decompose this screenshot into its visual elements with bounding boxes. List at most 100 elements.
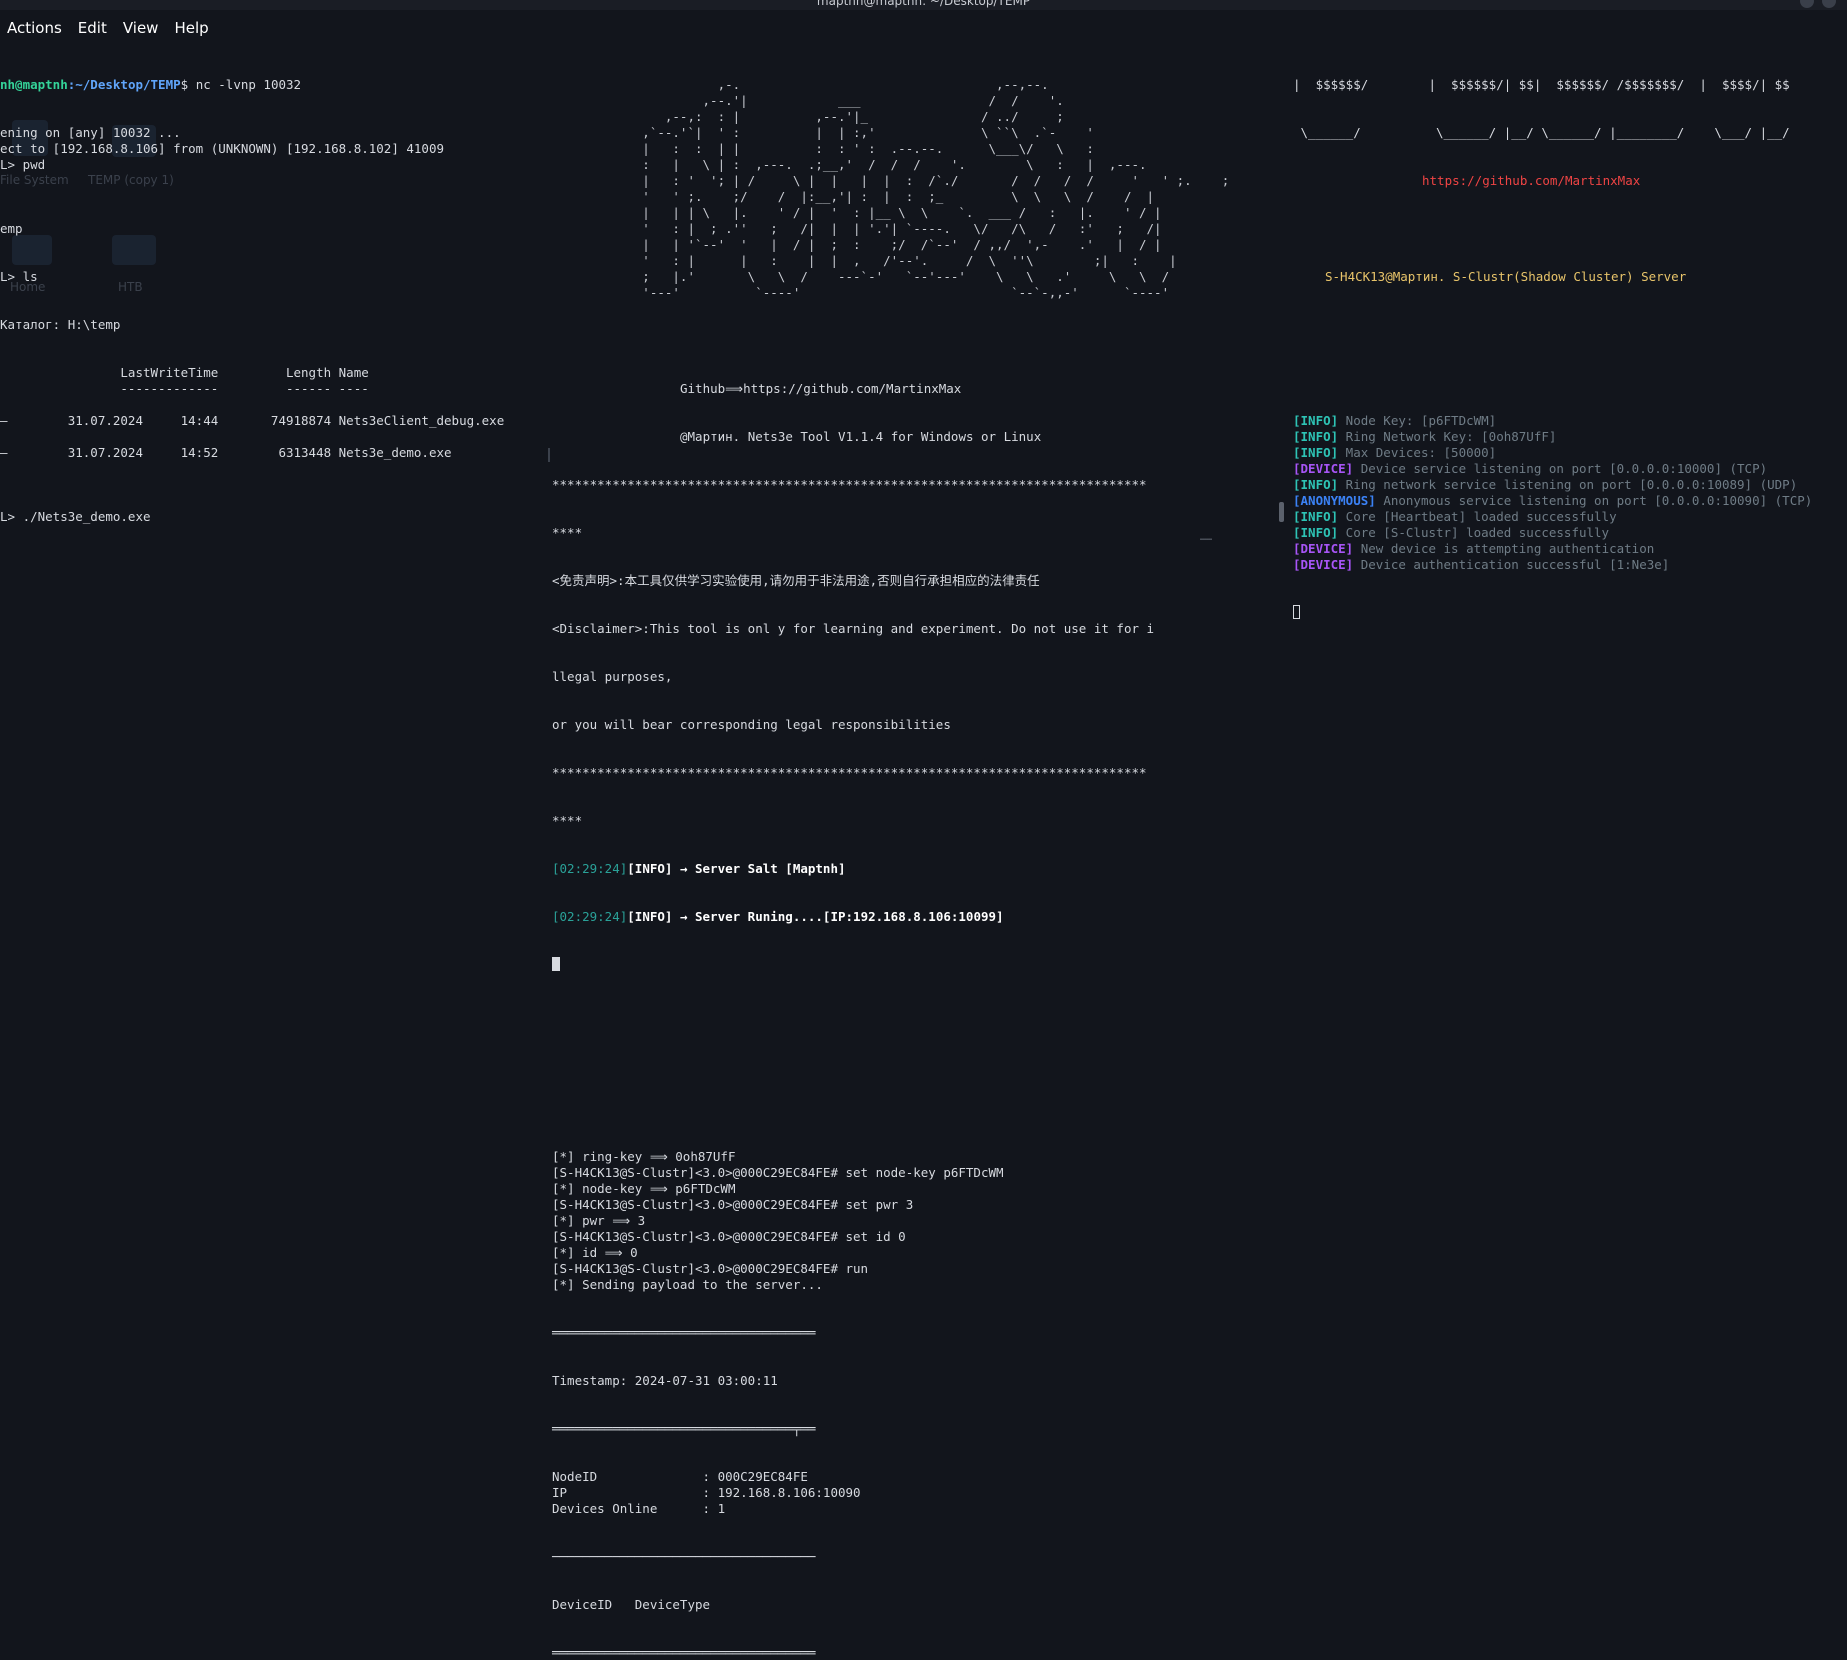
log-line-running: [02:29:24][INFO] → Server Runing....[IP:…	[552, 909, 1192, 925]
log-message: → Server Salt [Maptnh]	[672, 861, 846, 876]
single-rule: ───────────────────────────────────	[552, 1549, 816, 1564]
client-line: [S-H4CK13@S-Clustr]<3.0>@000C29EC84FE# r…	[552, 1261, 869, 1276]
ascii-art-line: ,--,: : | ,--.'|_ / ../ ;	[552, 109, 1064, 124]
log-entry: [INFO] Ring network service listening on…	[1293, 477, 1847, 493]
disclaimer-cn: <免责声明>:本工具仅供学习实验使用,请勿用于非法用途,否则自行承担相应的法律责…	[552, 573, 1040, 588]
ascii-art-line: ,--.'| ___ / / '.	[552, 93, 1064, 108]
pane-resize-handle[interactable]: ……	[1200, 532, 1212, 543]
client-line: [*] node-key ⟹ p6FTDcWM	[552, 1181, 736, 1196]
left-output: ening on [any] 10032 ... ect to [192.168.…	[0, 125, 548, 525]
client-line: [*] pwr ⟹ 3	[552, 1213, 646, 1228]
middle-terminal-pane[interactable]: ,-. ,--,--. ,--.'| ___ / / '. ,--,: : | …	[552, 45, 1230, 1660]
log-entry: [DEVICE] Device service listening on por…	[1293, 461, 1847, 477]
nets3e-ascii-logo: ,-. ,--,--. ,--.'| ___ / / '. ,--,: : | …	[552, 77, 1230, 301]
table-row: NodeID : 000C29EC84FE	[552, 1469, 808, 1484]
ascii-bottom: \______/ \______/ |__/ \______/ |_______…	[1293, 125, 1790, 140]
log-tag: [DEVICE]	[1293, 541, 1354, 556]
log-entry: [DEVICE] Device authentication successfu…	[1293, 557, 1847, 573]
log-message: Ring network service listening on port […	[1338, 477, 1798, 492]
github-link[interactable]: https://github.com/MartinxMax	[1293, 173, 1847, 189]
client-line: [S-H4CK13@S-Clustr]<3.0>@000C29EC84FE# s…	[552, 1197, 914, 1212]
pane-scrollbar[interactable]	[1279, 502, 1284, 522]
log-entry: [INFO] Max Devices: [50000]	[1293, 445, 1847, 461]
log-entry: [INFO] Node Key: [p6FTDcWM]	[1293, 413, 1847, 429]
banner-tool: @Мартин. Nets3e Tool V1.1.4 for Windows …	[680, 429, 1042, 444]
log-entry: [DEVICE] New device is attempting authen…	[1293, 541, 1847, 557]
log-tag: [INFO]	[1293, 509, 1339, 524]
log-entry: [ANONYMOUS] Anonymous service listening …	[1293, 493, 1847, 509]
log-tag: [INFO]	[1293, 525, 1339, 540]
prompt-sign: $	[180, 77, 196, 92]
disclaimer-en-2: llegal purposes,	[552, 669, 673, 684]
pane-divider-marker	[548, 448, 550, 462]
output-line: LastWriteTime Length Name	[0, 365, 369, 380]
log-time: [02:29:24]	[552, 861, 628, 876]
double-rule: ═══════════════════════════════════	[552, 1325, 816, 1340]
client-output: [*] ring-key ⟹ 0oh87UfF [S-H4CK13@S-Clust…	[552, 1149, 1192, 1293]
timestamp-line: Timestamp: 2024-07-31 03:00:11	[552, 1373, 778, 1388]
log-level: [INFO]	[627, 909, 673, 924]
ascii-art-line: ,`--.'`| ' : | | :,' \ ``\ .`- '	[552, 125, 1094, 140]
log-tag: [DEVICE]	[1293, 461, 1354, 476]
log-message: Max Devices: [50000]	[1338, 445, 1497, 460]
output-line: — 31.07.2024 14:44 74918874 Nets3eClient…	[0, 413, 505, 428]
log-message: Anonymous service listening on port [0.0…	[1375, 493, 1813, 508]
log-level: [INFO]	[627, 861, 673, 876]
log-tag: [INFO]	[1293, 429, 1339, 444]
output-line: L> pwd	[0, 157, 46, 172]
text-cursor	[552, 957, 560, 971]
output-line: L> ls	[0, 269, 38, 284]
log-line-salt: [02:29:24][INFO] → Server Salt [Maptnh]	[552, 861, 1192, 877]
log-message: Core [Heartbeat] loaded successfully	[1338, 509, 1617, 524]
log-tag: [INFO]	[1293, 445, 1339, 460]
log-tag: [ANONYMOUS]	[1293, 493, 1376, 508]
stars-tail-2: ****	[552, 813, 583, 828]
log-message: Device service listening on port [0.0.0.…	[1353, 461, 1768, 476]
client-line: [*] id ⟹ 0	[552, 1245, 638, 1260]
disclaimer-en-1: <Disclaimer>:This tool is onl y for lear…	[552, 621, 1155, 636]
ascii-art-line: '---' `----' `--`-,,-' `----'	[552, 285, 1170, 300]
menu-actions[interactable]: Actions	[0, 15, 69, 41]
menubar: Actions Edit View Help	[0, 12, 560, 44]
output-line: — 31.07.2024 14:52 6313448 Nets3e_demo.e…	[0, 445, 452, 460]
table-row: IP : 192.168.8.106:10090	[552, 1485, 861, 1500]
log-entry: [INFO] Core [S-Clustr] loaded successful…	[1293, 525, 1847, 541]
log-entry: [INFO] Ring Network Key: [0oh87UfF]	[1293, 429, 1847, 445]
prompt-command: nc -lvnp 10032	[195, 77, 302, 92]
window-title: maptnh@maptnh: ~/Desktop/TEMP	[816, 0, 1031, 8]
ascii-art-line: ; |.' \ \ / ---`-' `--'---' \ \ .' \ \ /	[552, 269, 1170, 284]
double-rule-2: ════════════════════════════════╤══	[552, 1421, 816, 1436]
log-tag: [INFO]	[1293, 413, 1339, 428]
device-header: DeviceID DeviceType	[552, 1597, 711, 1612]
prompt-path: :~/Desktop/TEMP	[67, 77, 181, 92]
client-line: [S-H4CK13@S-Clustr]<3.0>@000C29EC84FE# s…	[552, 1229, 906, 1244]
menu-view[interactable]: View	[116, 15, 166, 41]
ascii-top: | $$$$$$/ | $$$$$$/| $$| $$$$$$/ /$$$$$$…	[1293, 77, 1790, 92]
ascii-art-line: | | | \ |. ' / | ' : |__ \ \ `. ___ / : …	[552, 205, 1162, 220]
ascii-art-line: | : ' '; | / \ | | | | : /`./ / / / / ' …	[552, 173, 1230, 188]
client-line: [*] Sending payload to the server...	[552, 1277, 823, 1292]
disclaimer-en-3: or you will bear corresponding legal res…	[552, 717, 951, 732]
ascii-art-line: | | '`--' ' | / | ; : ;/ /`--' / ,,/ ',-…	[552, 237, 1162, 252]
left-terminal-pane[interactable]: nh@maptnh:~/Desktop/TEMP$ nc -lvnp 10032…	[0, 45, 548, 541]
ascii-art-line: ' ' ;. ;/ / |:__,'| : | : ;_ \ \ \ / / |	[552, 189, 1155, 204]
ascii-art-line: | : : | | : : ' : .--.--. \___\/ \ :	[552, 141, 1094, 156]
log-message: Device authentication successful [1:Ne3e…	[1353, 557, 1670, 572]
right-terminal-pane[interactable]: | $$$$$$/ | $$$$$$/| $$| $$$$$$/ /$$$$$$…	[1293, 45, 1847, 637]
menu-help[interactable]: Help	[167, 15, 215, 41]
stars-line: ****************************************…	[552, 477, 1147, 492]
menu-edit[interactable]: Edit	[71, 15, 114, 41]
node-info-table: NodeID : 000C29EC84FE IP : 192.168.8.106:…	[552, 1469, 1192, 1517]
server-log: [INFO] Node Key: [p6FTDcWM] [INFO] Ring N…	[1293, 413, 1847, 573]
